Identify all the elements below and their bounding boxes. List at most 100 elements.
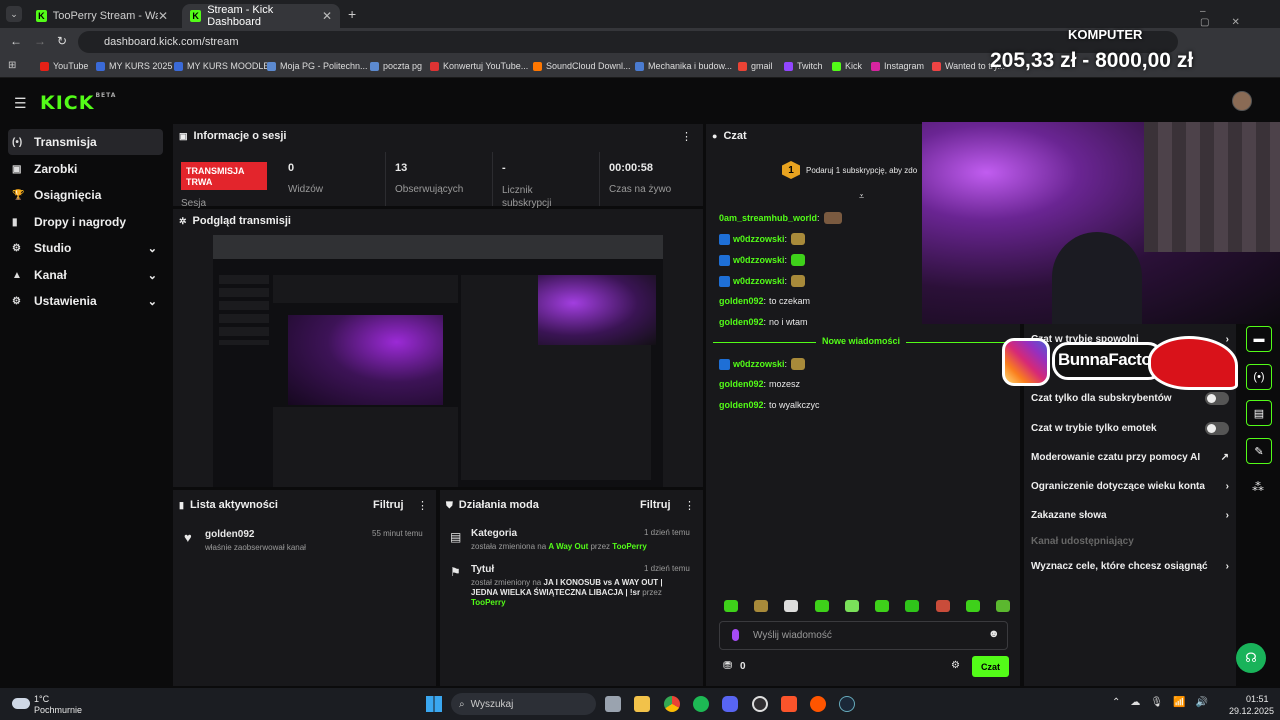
chest-icon: ⛃ <box>723 660 733 672</box>
emote-icon[interactable] <box>875 600 890 612</box>
bookmark-moodle[interactable]: MY KURS MOODLE <box>174 61 269 71</box>
menu-banned-words[interactable]: Zakazane słowa › <box>1031 510 1229 521</box>
emote-icon <box>791 275 806 287</box>
chat-input[interactable]: Wyślij wiadomość ☻ <box>719 621 1008 650</box>
bookmark-mojapg[interactable]: Moja PG - Politechn... <box>267 61 368 71</box>
activity-filter-button[interactable]: Filtruj <box>373 499 404 511</box>
mod-filter-button[interactable]: Filtruj <box>640 499 671 511</box>
taskbar-search[interactable]: ⌕ Wyszukaj <box>451 693 596 715</box>
windows-taskbar: 1°C Pochmurnie ⌕ Wyszukaj ⌃☁🎙📶🔊 01:51 29.… <box>0 688 1280 720</box>
emote-icon[interactable] <box>814 600 829 612</box>
emote-icon <box>791 254 806 266</box>
soundcloud-icon[interactable] <box>810 696 826 712</box>
weather-icon[interactable] <box>12 698 30 709</box>
reload-icon[interactable]: ↻ <box>57 34 67 48</box>
bookmark-gmail[interactable]: gmail <box>738 61 773 71</box>
mod-menu-icon[interactable]: ⋮ <box>684 499 695 512</box>
emote-icon[interactable] <box>784 600 799 612</box>
bookmark-soundcloud[interactable]: SoundCloud Downl... <box>533 61 631 71</box>
bookmark-poczta[interactable]: poczta pg <box>370 61 422 71</box>
chat-message: w0dzzowski: <box>719 254 806 266</box>
menu-ai-moderation[interactable]: Moderowanie czatu przy pomocy AI ↗ <box>1031 452 1229 463</box>
bookmark-instagram[interactable]: Instagram <box>871 61 924 71</box>
task-view-icon[interactable] <box>605 696 621 712</box>
system-tray-icons[interactable]: ⌃☁🎙📶🔊 <box>1112 697 1218 708</box>
emoji-icon[interactable]: ☻ <box>988 628 1000 640</box>
menu-goals[interactable]: Wyznacz cele, które chcesz osiągnąć › <box>1031 561 1229 572</box>
emote-icon[interactable] <box>935 600 950 612</box>
activity-user[interactable]: golden092 <box>205 529 254 540</box>
session-menu-icon[interactable]: ⋮ <box>681 130 692 143</box>
chat-send-button[interactable]: Czat <box>972 656 1009 677</box>
emote-icon[interactable] <box>905 600 920 612</box>
activity-menu-icon[interactable]: ⋮ <box>417 499 428 512</box>
chat-bubble-icon: ▬ <box>1253 333 1265 345</box>
chat-message: w0dzzowski: <box>719 233 806 245</box>
microphone-icon[interactable] <box>732 629 739 641</box>
avatar[interactable] <box>1232 91 1252 111</box>
chrome-icon[interactable] <box>664 696 680 712</box>
file-explorer-icon[interactable] <box>634 696 650 712</box>
stream-preview-video[interactable] <box>213 235 663 487</box>
mod-item-title: Tytuł <box>471 564 495 575</box>
browser-tab-tooperry[interactable]: KTooPerry Stream - Watch Live o✕ <box>28 4 176 28</box>
bookmark-twitch[interactable]: Twitch <box>784 61 823 71</box>
emote-icon[interactable] <box>995 600 1010 612</box>
nav-kanal[interactable]: ▲ Kanał ⌄ <box>8 262 163 288</box>
nav-zarobki[interactable]: ▣ Zarobki <box>8 156 163 182</box>
bookmark-konwertuj[interactable]: Konwertuj YouTube... <box>430 61 528 71</box>
bookmark-mykurs[interactable]: MY KURS 2025 <box>96 61 172 71</box>
kick-favicon-icon: K <box>190 10 202 22</box>
browser-tab-strip: ⌄ KTooPerry Stream - Watch Live o✕ KStre… <box>0 0 1280 28</box>
menu-sub-only[interactable]: Czat tylko dla subskrybentów <box>1031 392 1229 405</box>
emote-icon[interactable] <box>844 600 859 612</box>
obs-icon[interactable] <box>752 696 768 712</box>
emote-only-toggle[interactable] <box>1205 422 1229 435</box>
bookmark-youtube[interactable]: YouTube <box>40 61 88 71</box>
new-tab-button[interactable]: + <box>348 6 356 22</box>
emote-icon[interactable] <box>965 600 980 612</box>
hamburger-menu-icon[interactable]: ☰ <box>14 95 27 112</box>
close-tab-icon[interactable]: ✕ <box>322 9 332 23</box>
layout-icon: ▤ <box>1253 407 1265 420</box>
support-button[interactable]: ☊ <box>1236 643 1266 673</box>
close-tab-icon[interactable]: ✕ <box>158 9 168 23</box>
pinned-arrow-icon[interactable]: ⩡ <box>859 191 864 202</box>
kick-logo[interactable]: KICKBETA <box>40 92 116 114</box>
forward-icon[interactable]: → <box>34 34 46 48</box>
spotify-icon[interactable] <box>693 696 709 712</box>
nodes-icon[interactable]: ⁂ <box>1252 480 1264 494</box>
brave-icon[interactable] <box>781 696 797 712</box>
menu-emote-only[interactable]: Czat w trybie tylko emotek <box>1031 422 1229 435</box>
steam-icon[interactable] <box>839 696 855 712</box>
emote-icon[interactable] <box>754 600 769 612</box>
chevron-down-icon: ⌄ <box>147 295 157 308</box>
layout-button[interactable]: ▤ <box>1246 400 1272 426</box>
chat-settings-icon[interactable]: ⚙ <box>951 660 960 671</box>
window-controls[interactable]: –▢✕ <box>1200 6 1280 28</box>
back-icon[interactable]: ← <box>10 34 22 48</box>
donation-goal-title: KOMPUTER <box>1068 27 1143 42</box>
preview-cam-overlay <box>538 275 656 345</box>
nav-transmisja[interactable]: (•) Transmisja <box>8 129 163 155</box>
menu-account-age[interactable]: Ograniczenie dotyczące wieku konta › <box>1031 481 1229 492</box>
tools-button[interactable]: ✎ <box>1246 438 1272 464</box>
sub-only-toggle[interactable] <box>1205 392 1229 405</box>
browser-tab-dashboard[interactable]: K Stream - Kick Dashboard ✕ <box>182 4 340 28</box>
bookmark-mechanika[interactable]: Mechanika i budow... <box>635 61 732 71</box>
preview-lower-panels <box>273 407 458 487</box>
broadcast-button[interactable]: (•) <box>1246 364 1272 390</box>
windows-start-icon[interactable] <box>426 696 442 712</box>
apps-icon[interactable]: ⊞ <box>8 60 16 71</box>
discord-icon[interactable] <box>722 696 738 712</box>
activity-header: ▮ Lista aktywności <box>179 499 278 511</box>
emote-icon[interactable] <box>724 600 738 612</box>
tab-search-button[interactable]: ⌄ <box>6 6 22 22</box>
nav-osiagniecia[interactable]: 🏆 Osiągnięcia <box>8 182 163 208</box>
nav-dropy[interactable]: ▮ Dropy i nagrody <box>8 209 163 235</box>
chat-toggle-button[interactable]: ▬ <box>1246 326 1272 352</box>
nav-studio[interactable]: ⚙ Studio ⌄ <box>8 235 163 261</box>
gift-sub-prompt[interactable]: Podaruj 1 subskrypcję, aby zdo <box>806 166 917 175</box>
bookmark-kick[interactable]: Kick <box>832 61 862 71</box>
nav-ustawienia[interactable]: ⚙ Ustawienia ⌄ <box>8 288 163 314</box>
